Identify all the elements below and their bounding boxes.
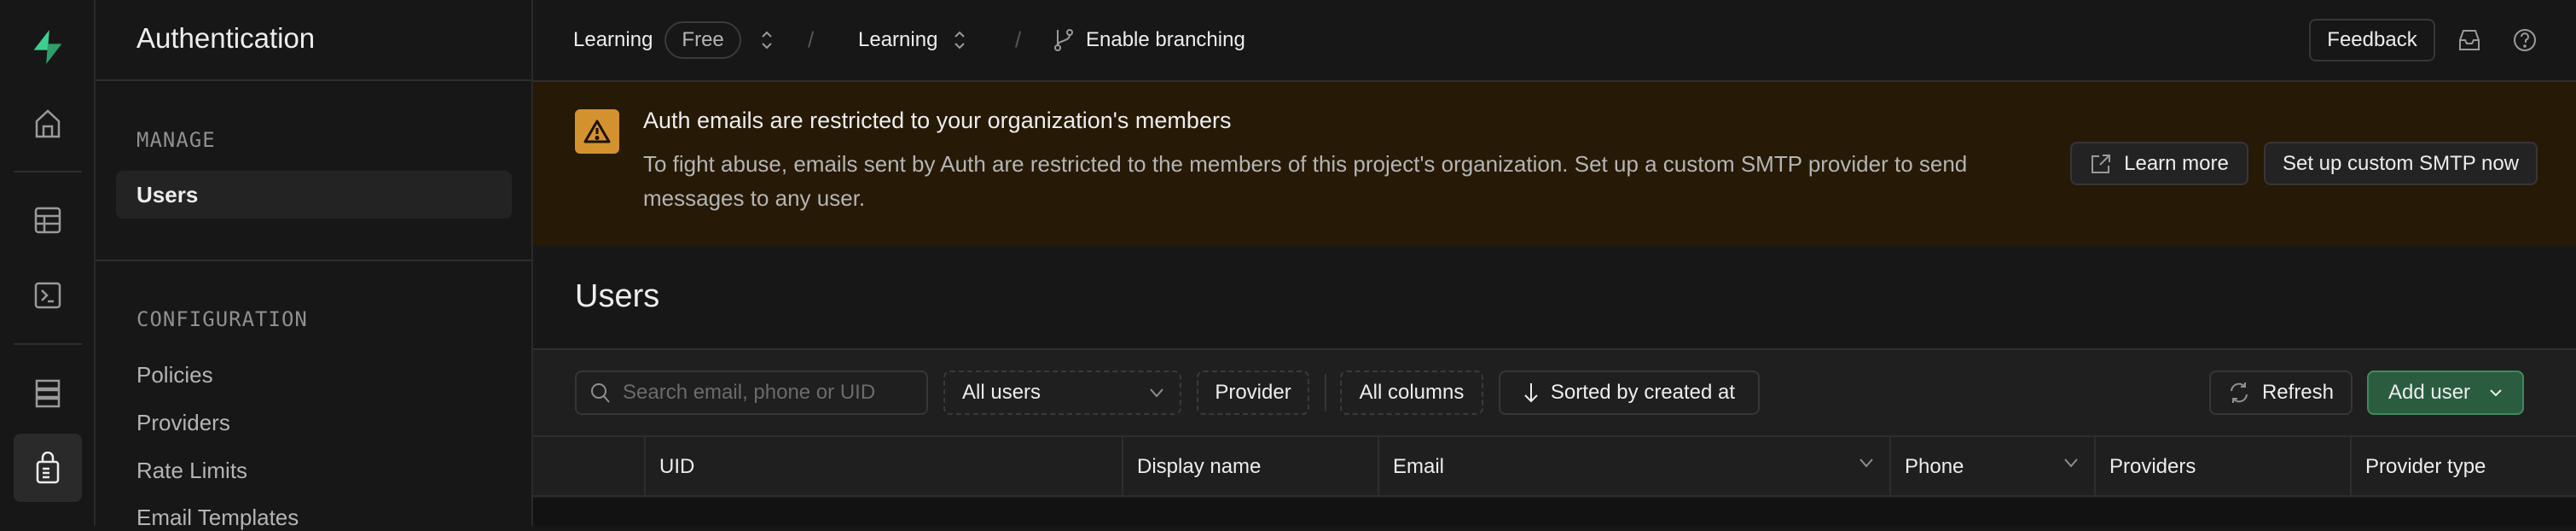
arrow-down-icon <box>1524 383 1538 403</box>
toolbar-divider <box>1325 374 1326 411</box>
sidebar-item-email-templates[interactable]: Email Templates <box>136 505 299 531</box>
logo-bolt-icon[interactable] <box>31 30 65 64</box>
sort-button[interactable]: Sorted by created at <box>1499 371 1760 415</box>
chevron-down-icon[interactable] <box>2063 458 2079 468</box>
page-title: Users <box>575 278 660 314</box>
help-icon[interactable] <box>2512 26 2538 54</box>
rail-divider <box>14 171 82 172</box>
user-filter-dropdown[interactable]: All users <box>943 371 1181 415</box>
column-header-uid[interactable]: UID <box>644 437 1122 497</box>
users-table-header: UID Display name Email Phone Providers P… <box>533 435 2576 497</box>
column-label: Display name <box>1137 455 1262 478</box>
org-selector[interactable]: Learning Free <box>573 21 774 59</box>
search-input[interactable]: Search email, phone or UID <box>575 371 928 415</box>
rail-divider <box>14 343 82 345</box>
refresh-icon <box>2230 382 2248 403</box>
column-header-email[interactable]: Email <box>1378 437 1889 497</box>
setup-smtp-button[interactable]: Set up custom SMTP now <box>2264 142 2538 185</box>
project-name: Learning <box>858 28 938 51</box>
chevron-down-icon <box>1150 388 1163 398</box>
column-header-phone[interactable]: Phone <box>1889 437 2094 497</box>
section-manage: MANAGE <box>136 128 216 152</box>
column-label: Providers <box>2109 455 2196 478</box>
column-label: Phone <box>1905 455 1964 478</box>
org-name: Learning <box>573 28 653 51</box>
sort-label: Sorted by created at <box>1550 381 1736 404</box>
breadcrumb-separator: / <box>1015 26 1022 53</box>
chevrons-up-down-icon <box>954 31 966 50</box>
database-icon[interactable] <box>31 376 65 411</box>
breadcrumb-separator: / <box>808 26 815 53</box>
divider <box>96 79 531 81</box>
home-icon[interactable] <box>31 107 65 141</box>
column-header-providers[interactable]: Providers <box>2094 437 2350 497</box>
users-toolbar: Search email, phone or UID All users Pro… <box>533 348 2576 435</box>
column-header-display-name[interactable]: Display name <box>1122 437 1378 497</box>
column-header-provider-type[interactable]: Provider type <box>2350 437 2576 497</box>
external-link-icon <box>2092 154 2111 173</box>
column-label: Email <box>1393 455 1445 478</box>
sidebar-item-providers[interactable]: Providers <box>136 410 230 436</box>
sidebar-title: Authentication <box>136 22 316 54</box>
sidebar-item-rate-limits[interactable]: Rate Limits <box>136 458 247 484</box>
icon-rail <box>0 0 96 526</box>
provider-filter-button[interactable]: Provider <box>1197 371 1309 415</box>
search-icon <box>591 383 610 403</box>
project-selector[interactable]: Learning <box>858 28 966 52</box>
enable-branching-button[interactable]: Enable branching <box>1053 28 1245 52</box>
sidebar-item-policies[interactable]: Policies <box>136 362 213 388</box>
plan-badge: Free <box>664 21 741 59</box>
learn-more-button[interactable]: Learn more <box>2070 142 2248 185</box>
chevrons-up-down-icon <box>762 31 772 50</box>
warning-icon <box>575 109 619 154</box>
search-placeholder: Search email, phone or UID <box>623 381 876 404</box>
section-configuration: CONFIGURATION <box>136 307 308 331</box>
banner-body: To fight abuse, emails sent by Auth are … <box>643 151 1968 211</box>
column-label: Provider type <box>2365 455 2486 478</box>
add-user-button[interactable]: Add user <box>2367 371 2524 415</box>
learn-more-label: Learn more <box>2124 151 2229 175</box>
authentication-lock-icon[interactable] <box>31 451 65 485</box>
column-label: UID <box>659 455 695 478</box>
users-table-body <box>533 499 2576 526</box>
sidebar: Authentication MANAGE Users CONFIGURATIO… <box>96 0 533 530</box>
banner-title: Auth emails are restricted to your organ… <box>643 108 1232 133</box>
sql-terminal-icon[interactable] <box>31 278 65 312</box>
refresh-label: Refresh <box>2261 381 2335 404</box>
top-bar: Learning Free / Learning / Enable branch… <box>533 0 2576 82</box>
add-user-label: Add user <box>2387 381 2471 404</box>
inbox-icon[interactable] <box>2457 28 2481 52</box>
chevron-down-icon <box>2490 389 2502 397</box>
table-editor-icon[interactable] <box>31 203 65 237</box>
smtp-warning-banner: Auth emails are restricted to your organ… <box>533 82 2576 246</box>
enable-branching-label: Enable branching <box>1086 28 1245 51</box>
columns-button[interactable]: All columns <box>1340 371 1483 415</box>
sidebar-item-users-label[interactable]: Users <box>136 182 198 208</box>
user-filter-value: All users <box>962 381 1041 404</box>
divider <box>96 260 531 261</box>
chevron-down-icon[interactable] <box>1859 458 1874 468</box>
feedback-button[interactable]: Feedback <box>2309 19 2435 61</box>
refresh-button[interactable]: Refresh <box>2209 371 2353 415</box>
git-branch-icon <box>1054 29 1073 51</box>
